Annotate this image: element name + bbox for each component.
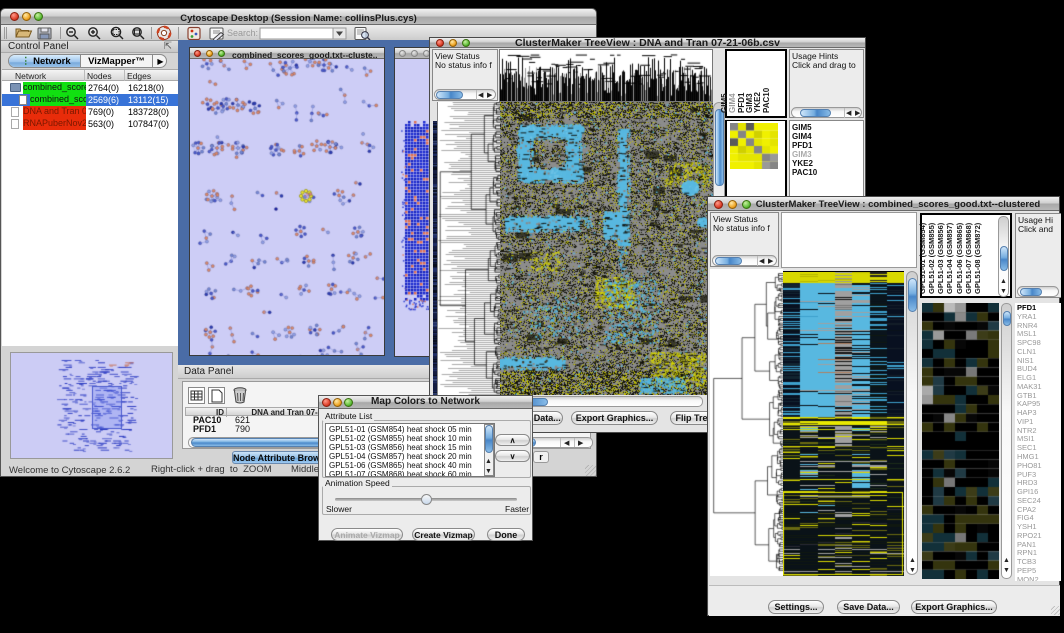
svg-text:Search:: Search: [227, 28, 258, 38]
